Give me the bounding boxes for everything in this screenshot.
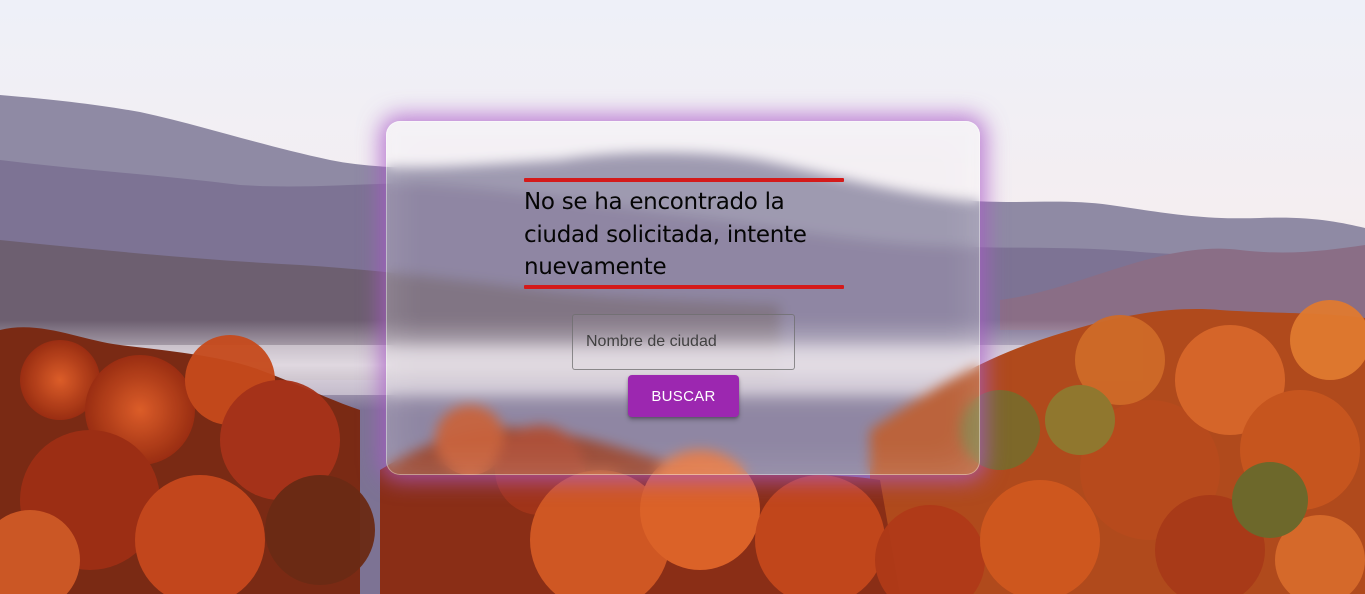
error-top-rule: [524, 178, 844, 182]
search-card: No se ha encontrado la ciudad solicitada…: [386, 121, 980, 475]
search-button[interactable]: BUSCAR: [628, 375, 739, 417]
error-message: No se ha encontrado la ciudad solicitada…: [524, 189, 807, 280]
error-bottom-rule: [524, 284, 844, 289]
city-name-input[interactable]: [572, 314, 795, 370]
error-message-box: No se ha encontrado la ciudad solicitada…: [524, 178, 844, 289]
